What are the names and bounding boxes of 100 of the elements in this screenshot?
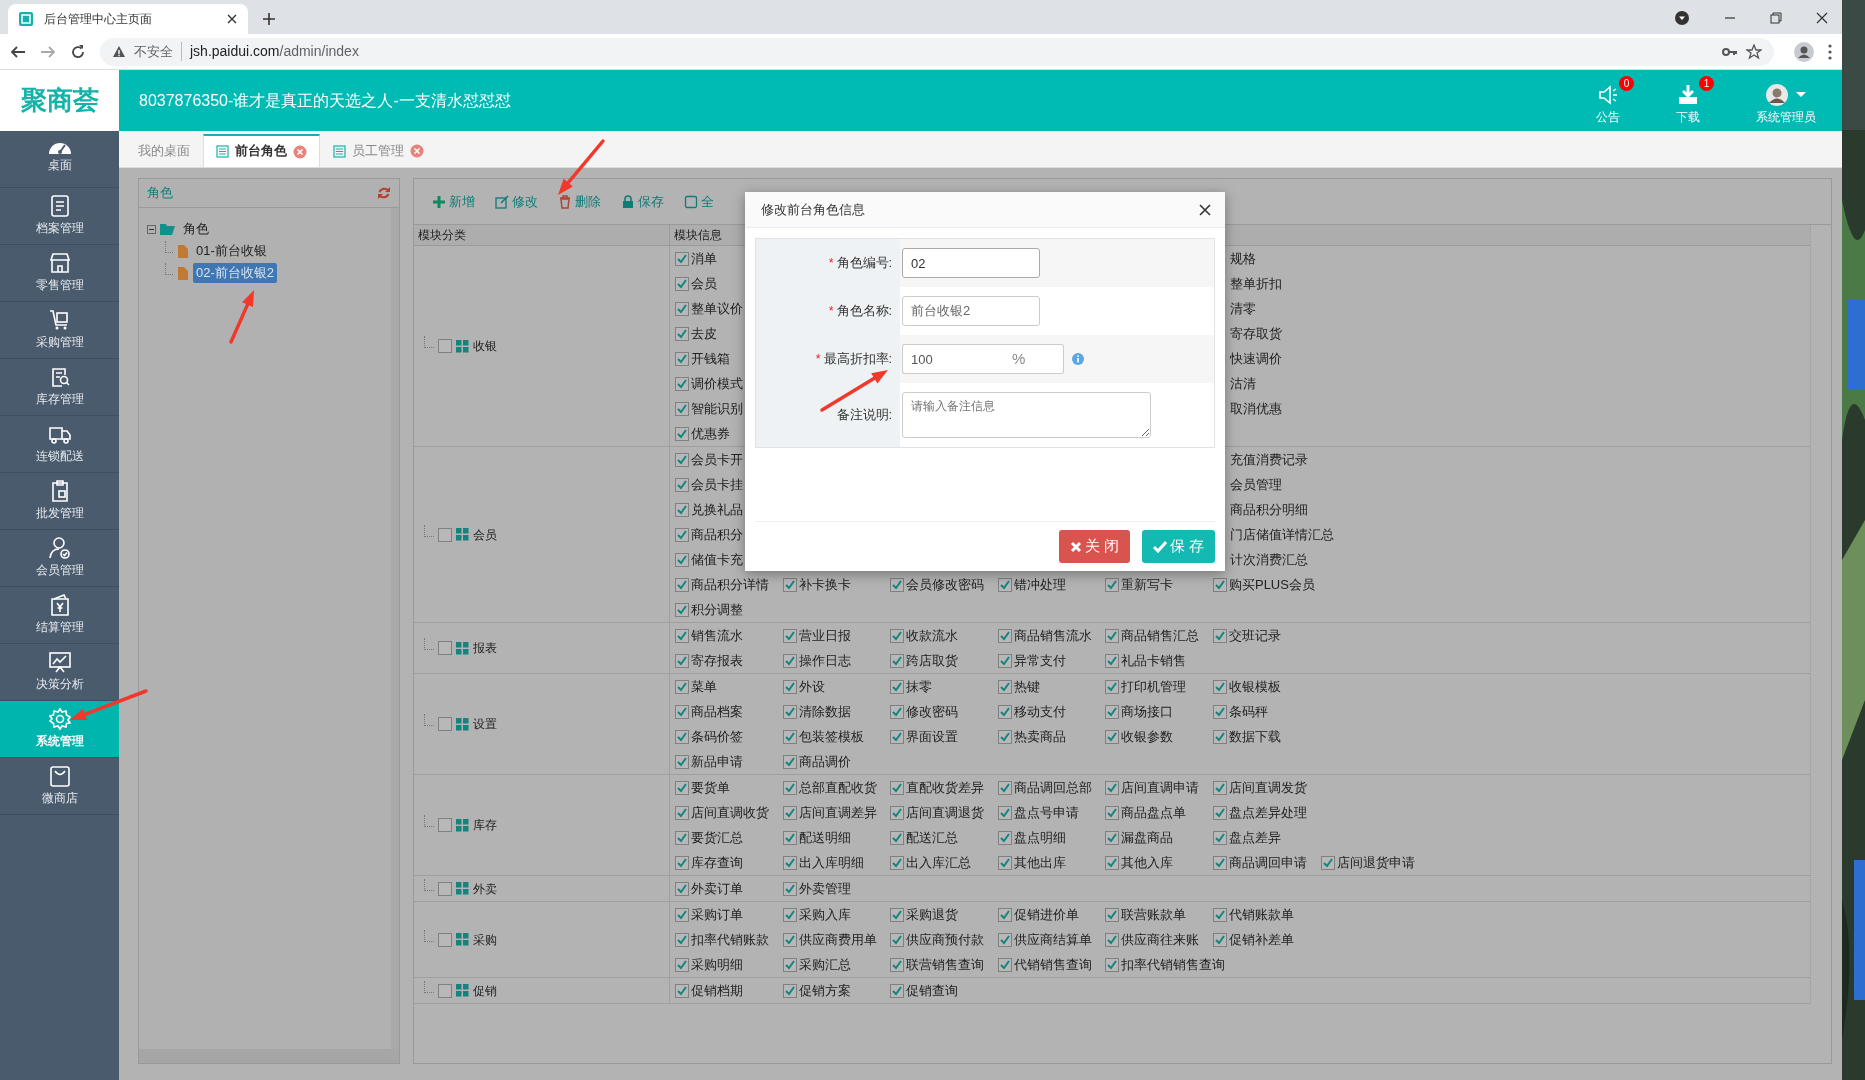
tab[interactable]: 前台角色 — [203, 134, 320, 167]
checkbox[interactable] — [890, 653, 905, 668]
checkbox[interactable] — [890, 729, 905, 744]
menu-icon[interactable] — [1828, 43, 1832, 60]
checkbox[interactable] — [782, 805, 797, 820]
checkbox[interactable] — [1212, 628, 1227, 643]
checkbox[interactable] — [782, 653, 797, 668]
checkbox[interactable] — [1212, 805, 1227, 820]
restore-icon[interactable] — [1770, 12, 1782, 24]
checkbox[interactable] — [675, 426, 689, 441]
browser-tab[interactable]: 后台管理中心主页面 — [8, 4, 248, 34]
checkbox[interactable] — [675, 452, 689, 467]
checkbox[interactable] — [997, 855, 1012, 870]
checkbox[interactable] — [675, 401, 689, 416]
checkbox[interactable] — [997, 679, 1012, 694]
checkbox[interactable] — [997, 830, 1012, 845]
checkbox[interactable] — [1105, 957, 1120, 972]
checkbox[interactable] — [438, 932, 452, 947]
star-icon[interactable] — [1746, 43, 1762, 60]
checkbox[interactable] — [1212, 679, 1227, 694]
checkbox[interactable] — [890, 679, 905, 694]
new-tab-icon[interactable] — [262, 12, 276, 26]
tree-item[interactable]: 角色 — [180, 219, 212, 239]
checkbox[interactable] — [1105, 628, 1120, 643]
info-icon[interactable] — [1072, 353, 1084, 365]
checkbox[interactable] — [890, 957, 905, 972]
checkbox[interactable] — [675, 729, 689, 744]
checkbox[interactable] — [782, 628, 797, 643]
checkbox[interactable] — [997, 780, 1012, 795]
checkbox[interactable] — [782, 855, 797, 870]
checkbox[interactable] — [675, 326, 689, 341]
close-icon[interactable] — [226, 13, 238, 25]
checkbox[interactable] — [675, 577, 689, 592]
checkbox[interactable] — [1105, 729, 1120, 744]
checkbox[interactable] — [997, 957, 1012, 972]
checkbox[interactable] — [675, 957, 689, 972]
checkbox[interactable] — [997, 729, 1012, 744]
checkbox[interactable] — [675, 679, 689, 694]
checkbox[interactable] — [675, 276, 689, 291]
checkbox[interactable] — [675, 527, 689, 542]
checkbox[interactable] — [890, 983, 905, 998]
checkbox[interactable] — [675, 628, 689, 643]
tab-search-icon[interactable] — [1674, 10, 1690, 26]
header-action[interactable]: 0 公告 — [1582, 75, 1634, 126]
back-icon[interactable] — [10, 43, 26, 60]
checkbox[interactable] — [782, 983, 797, 998]
checkbox[interactable] — [782, 780, 797, 795]
checkbox[interactable] — [675, 780, 689, 795]
checkbox[interactable] — [890, 704, 905, 719]
checkbox[interactable] — [1105, 855, 1120, 870]
checkbox[interactable] — [1105, 830, 1120, 845]
checkbox[interactable] — [438, 818, 452, 832]
checkbox[interactable] — [782, 577, 797, 592]
close-icon[interactable] — [1816, 12, 1828, 24]
checkbox[interactable] — [782, 729, 797, 744]
checkbox[interactable] — [675, 704, 689, 719]
checkbox[interactable] — [438, 527, 452, 542]
checkbox[interactable] — [1212, 704, 1227, 719]
checkbox[interactable] — [675, 830, 689, 845]
checkbox[interactable] — [675, 477, 689, 492]
horizontal-scrollbar[interactable] — [139, 1049, 399, 1063]
checkbox[interactable] — [997, 932, 1012, 947]
checkbox[interactable] — [1212, 855, 1227, 870]
checkbox[interactable] — [1212, 932, 1227, 947]
checkbox[interactable] — [1105, 679, 1120, 694]
checkbox[interactable] — [675, 907, 689, 922]
header-action[interactable]: 1 下载 — [1662, 75, 1714, 126]
tab[interactable]: 员工管理 — [320, 134, 437, 167]
checkbox[interactable] — [675, 932, 689, 947]
checkbox[interactable] — [675, 251, 689, 266]
checkbox[interactable] — [997, 704, 1012, 719]
checkbox[interactable] — [997, 907, 1012, 922]
tree-item[interactable]: 02-前台收银2 — [193, 263, 278, 283]
checkbox[interactable] — [1212, 907, 1227, 922]
checkbox[interactable] — [675, 351, 689, 366]
checkbox[interactable] — [890, 907, 905, 922]
checkbox[interactable] — [890, 577, 905, 592]
input-field[interactable]: 02 — [902, 248, 1040, 278]
checkbox[interactable] — [438, 339, 452, 353]
checkbox[interactable] — [782, 679, 797, 694]
address-bar[interactable]: 不安全 jsh.paidui.com/admin/index — [100, 37, 1774, 66]
checkbox[interactable] — [782, 881, 797, 896]
checkbox[interactable] — [782, 704, 797, 719]
checkbox[interactable] — [675, 376, 689, 391]
collapse-icon[interactable] — [147, 224, 156, 234]
checkbox[interactable] — [997, 805, 1012, 820]
checkbox[interactable] — [890, 780, 905, 795]
checkbox[interactable] — [1105, 907, 1120, 922]
checkbox[interactable] — [997, 577, 1012, 592]
checkbox[interactable] — [438, 881, 452, 896]
checkbox[interactable] — [675, 653, 689, 668]
tab[interactable]: 我的桌面 — [125, 134, 203, 167]
checkbox[interactable] — [1212, 729, 1227, 744]
checkbox[interactable] — [1320, 855, 1335, 870]
checkbox[interactable] — [1105, 780, 1120, 795]
checkbox[interactable] — [1212, 780, 1227, 795]
reload-icon[interactable] — [70, 43, 86, 60]
checkbox[interactable] — [675, 502, 689, 517]
checkbox[interactable] — [675, 552, 689, 567]
checkbox[interactable] — [997, 653, 1012, 668]
